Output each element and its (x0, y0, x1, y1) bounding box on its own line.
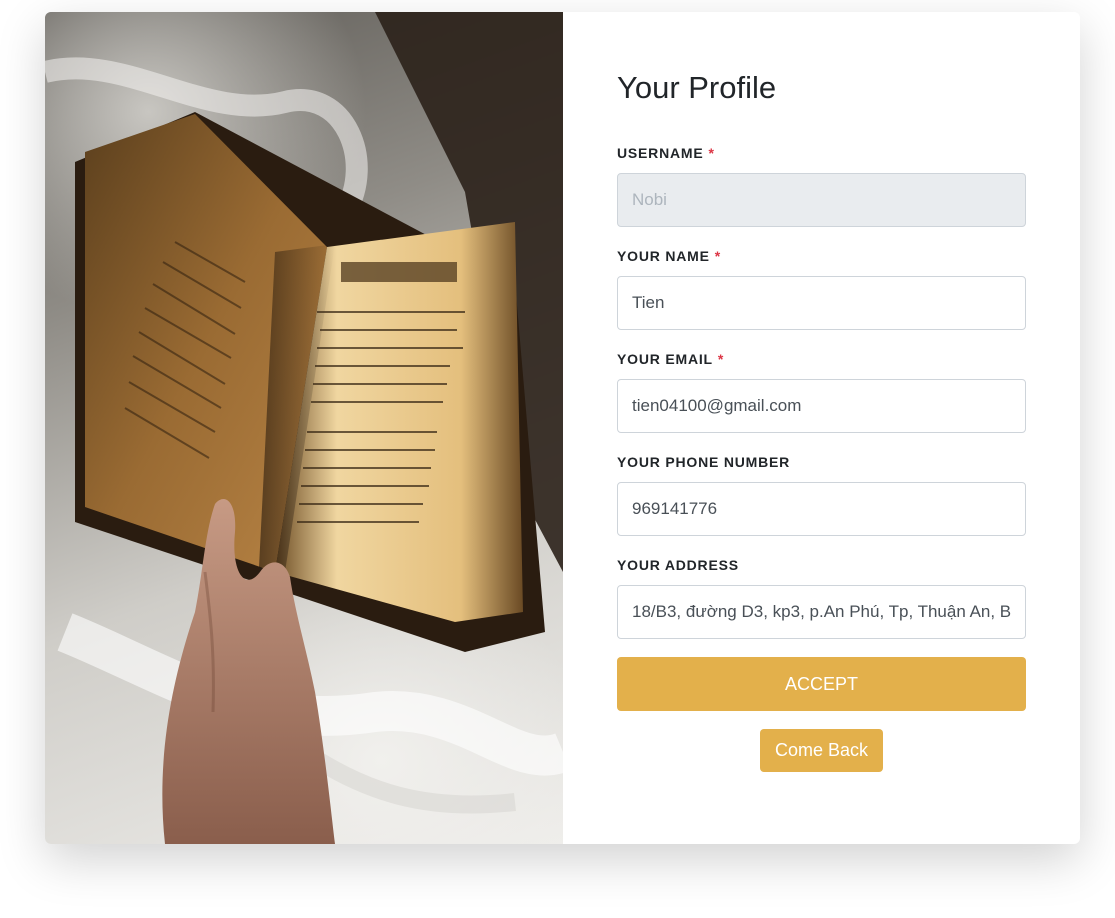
phone-field-group: YOUR PHONE NUMBER (617, 454, 1026, 536)
address-field-group: YOUR ADDRESS (617, 557, 1026, 639)
username-label: USERNAME * (617, 145, 1026, 161)
required-mark: * (714, 248, 722, 264)
username-field-group: USERNAME * (617, 145, 1026, 227)
email-field-group: YOUR EMAIL * (617, 351, 1026, 433)
email-label: YOUR EMAIL * (617, 351, 1026, 367)
email-label-text: YOUR EMAIL (617, 351, 713, 367)
required-mark: * (717, 351, 725, 367)
address-input[interactable] (617, 585, 1026, 639)
address-label: YOUR ADDRESS (617, 557, 1026, 573)
required-mark: * (708, 145, 715, 161)
page-title: Your Profile (617, 70, 777, 105)
profile-card: Your Profile USERNAME * YOUR NAME * YOUR… (45, 12, 1080, 844)
username-input (617, 173, 1026, 227)
phone-label: YOUR PHONE NUMBER (617, 454, 1026, 470)
name-input[interactable] (617, 276, 1026, 330)
name-label: YOUR NAME * (617, 248, 1026, 264)
email-input[interactable] (617, 379, 1026, 433)
come-back-button[interactable]: Come Back (759, 729, 884, 772)
name-label-text: YOUR NAME (617, 248, 710, 264)
address-label-text: YOUR ADDRESS (617, 557, 739, 573)
name-field-group: YOUR NAME * (617, 248, 1026, 330)
open-book-illustration (45, 12, 563, 844)
phone-input[interactable] (617, 482, 1026, 536)
phone-label-text: YOUR PHONE NUMBER (617, 454, 791, 470)
book-photo (45, 12, 563, 844)
username-label-text: USERNAME (617, 145, 704, 161)
profile-form: Your Profile USERNAME * YOUR NAME * YOUR… (563, 12, 1080, 844)
accept-button[interactable]: ACCEPT (617, 657, 1026, 711)
